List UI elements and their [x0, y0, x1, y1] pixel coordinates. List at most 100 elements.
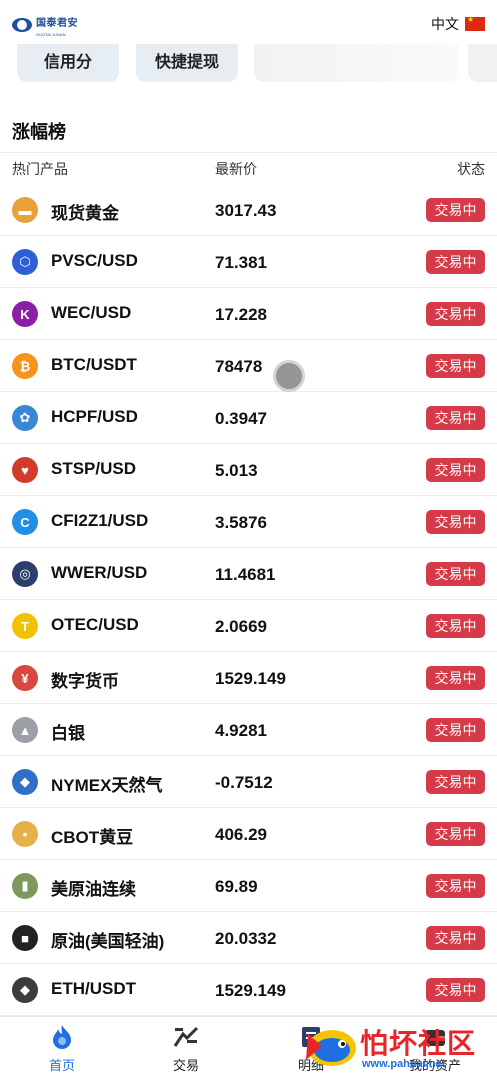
flower-badge-icon: ✿ — [12, 405, 38, 431]
gold-ingot-icon: ▬ — [12, 197, 38, 223]
brand-logo[interactable]: 国泰君安 GUOTAI JUNAN — [12, 13, 78, 37]
product-name: ETH/USDT — [51, 979, 136, 998]
column-header-product: 热门产品 — [12, 161, 68, 177]
product-name: CFI2Z1/USD — [51, 511, 149, 530]
language-label: 中文 — [431, 16, 459, 32]
hexagon-icon: ⬡ — [12, 249, 38, 275]
latest-price: 1529.149 — [215, 669, 286, 688]
market-list: ▬ 现货黄金 3017.43 交易中 ⬡ PVSC/USD 71.381 交易中 K WEC/US… — [0, 184, 497, 1016]
trading-status-badge[interactable]: 交易中 — [426, 926, 485, 950]
product-name: 现货黄金 — [51, 204, 119, 223]
c-coin-icon: C — [12, 509, 38, 535]
market-row[interactable]: ◆ ETH/USDT 1529.149 交易中 — [0, 964, 497, 1016]
market-row[interactable]: K WEC/USD 17.228 交易中 — [0, 288, 497, 340]
trading-status-badge[interactable]: 交易中 — [426, 458, 485, 482]
market-row[interactable]: ▲ 白银 4.9281 交易中 — [0, 704, 497, 756]
market-row[interactable]: ◆ NYMEX天然气 -0.7512 交易中 — [0, 756, 497, 808]
product-name: 数字货币 — [51, 672, 119, 691]
trading-status-badge[interactable]: 交易中 — [426, 666, 485, 690]
credit-score-card[interactable]: 信用分 — [17, 44, 119, 82]
market-row[interactable]: ¥ 数字货币 1529.149 交易中 — [0, 652, 497, 704]
logo-subtext: GUOTAI JUNAN — [36, 32, 66, 37]
market-row[interactable]: • CBOT黄豆 406.29 交易中 — [0, 808, 497, 860]
oil-drum-icon: ■ — [12, 925, 38, 951]
t-letter-icon: T — [12, 613, 38, 639]
ring-coin-icon: ◎ — [12, 561, 38, 587]
silver-bars-icon: ▲ — [12, 717, 38, 743]
latest-price: 3017.43 — [215, 201, 277, 220]
credit-score-label: 信用分 — [43, 54, 92, 71]
watermark-text: 怕坏社区 — [360, 1027, 477, 1060]
latest-price: -0.7512 — [215, 773, 273, 792]
trading-status-badge[interactable]: 交易中 — [426, 822, 485, 846]
logo-icon — [12, 18, 32, 32]
tab-home[interactable]: 首页 — [17, 1023, 107, 1074]
latest-price: 11.4681 — [215, 565, 276, 584]
tab-trade[interactable]: 交易 — [141, 1023, 231, 1074]
top-bar: 国泰君安 GUOTAI JUNAN 中文 — [0, 0, 497, 44]
latest-price: 78478 — [215, 357, 263, 376]
flame-icon: ◆ — [12, 769, 38, 795]
market-row[interactable]: ▬ 现货黄金 3017.43 交易中 — [0, 184, 497, 236]
market-row[interactable]: C CFI2Z1/USD 3.5876 交易中 — [0, 496, 497, 548]
latest-price: 20.0332 — [215, 929, 277, 948]
product-name: OTEC/USD — [51, 615, 139, 634]
quick-withdraw-card[interactable]: 快捷提现 — [136, 44, 238, 82]
trading-status-badge[interactable]: 交易中 — [426, 406, 485, 430]
trading-status-badge[interactable]: 交易中 — [426, 562, 485, 586]
market-row[interactable]: ₿ BTC/USDT 78478 交易中 — [0, 340, 497, 392]
product-name: HCPF/USD — [51, 407, 138, 426]
oil-barrel-icon: ▮ — [12, 873, 38, 899]
trading-status-badge[interactable]: 交易中 — [426, 874, 485, 898]
language-switcher[interactable]: 中文 — [431, 14, 485, 34]
latest-price: 0.3947 — [215, 409, 267, 428]
trading-status-badge[interactable]: 交易中 — [426, 510, 485, 534]
k-letter-icon: K — [12, 301, 38, 327]
latest-price: 3.5876 — [215, 513, 267, 532]
product-name: PVSC/USD — [51, 251, 138, 270]
product-name: CBOT黄豆 — [51, 828, 134, 847]
latest-price: 1529.149 — [215, 981, 286, 1000]
divider — [0, 152, 497, 153]
latest-price: 69.89 — [215, 877, 258, 896]
market-row[interactable]: ◎ WWER/USD 11.4681 交易中 — [0, 548, 497, 600]
latest-price: 17.228 — [215, 305, 267, 324]
banner-card-next[interactable] — [468, 44, 497, 82]
section-title: 涨幅榜 — [12, 122, 66, 142]
market-row[interactable]: ▮ 美原油连续 69.89 交易中 — [0, 860, 497, 912]
flame-home-icon — [49, 1023, 75, 1051]
touch-indicator — [273, 360, 305, 392]
trading-status-badge[interactable]: 交易中 — [426, 302, 485, 326]
quick-withdraw-label: 快捷提现 — [154, 54, 219, 71]
market-row[interactable]: ■ 原油(美国轻油) 20.0332 交易中 — [0, 912, 497, 964]
market-row[interactable]: ♥ STSP/USD 5.013 交易中 — [0, 444, 497, 496]
trading-status-badge[interactable]: 交易中 — [426, 718, 485, 742]
trading-status-badge[interactable]: 交易中 — [426, 770, 485, 794]
latest-price: 4.9281 — [215, 721, 267, 740]
latest-price: 406.29 — [215, 825, 267, 844]
product-name: 美原油连续 — [51, 880, 136, 899]
watermark-url: www.pahuai.net — [362, 1058, 446, 1070]
market-row[interactable]: ⬡ PVSC/USD 71.381 交易中 — [0, 236, 497, 288]
trading-status-badge[interactable]: 交易中 — [426, 198, 485, 222]
latest-price: 2.0669 — [215, 617, 267, 636]
trading-status-badge[interactable]: 交易中 — [426, 250, 485, 274]
market-row[interactable]: ✿ HCPF/USD 0.3947 交易中 — [0, 392, 497, 444]
fish-logo-icon — [306, 1030, 356, 1066]
product-name: NYMEX天然气 — [51, 776, 163, 795]
column-header-status: 状态 — [457, 161, 485, 177]
ethereum-icon: ◆ — [12, 977, 38, 1003]
trading-status-badge[interactable]: 交易中 — [426, 978, 485, 1002]
latest-price: 5.013 — [215, 461, 258, 480]
column-header-price: 最新价 — [215, 161, 257, 177]
market-row[interactable]: T OTEC/USD 2.0669 交易中 — [0, 600, 497, 652]
latest-price: 71.381 — [215, 253, 267, 272]
trading-status-badge[interactable]: 交易中 — [426, 614, 485, 638]
bitcoin-icon: ₿ — [12, 353, 38, 379]
yen-coin-icon: ¥ — [12, 665, 38, 691]
trade-chart-icon — [173, 1023, 199, 1051]
product-name: 白银 — [51, 724, 85, 743]
banner-card[interactable] — [254, 44, 459, 82]
trading-status-badge[interactable]: 交易中 — [426, 354, 485, 378]
logo-text: 国泰君安 — [36, 18, 78, 29]
